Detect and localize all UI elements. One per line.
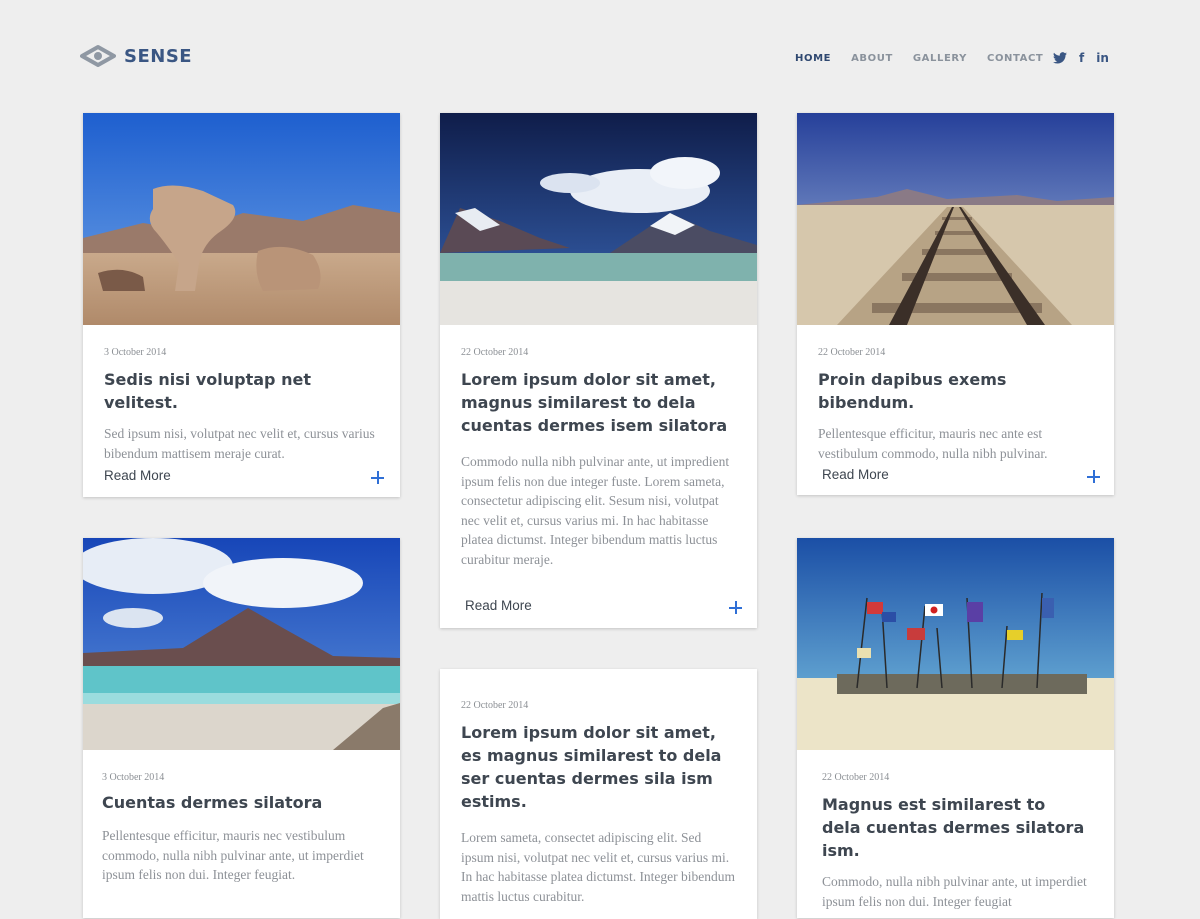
card-body: 22 October 2014 Magnus est similarest to… bbox=[797, 750, 1114, 911]
read-more-link[interactable]: Read More bbox=[822, 467, 889, 482]
post-title[interactable]: Lorem ipsum dolor sit amet, magnus simil… bbox=[461, 368, 736, 437]
twitter-icon[interactable] bbox=[1053, 51, 1067, 65]
read-more-link[interactable]: Read More bbox=[104, 468, 171, 483]
logo[interactable]: SENSE bbox=[80, 44, 192, 68]
post-card: 22 October 2014 Lorem ipsum dolor sit am… bbox=[440, 669, 757, 919]
post-title[interactable]: Lorem ipsum dolor sit amet, es magnus si… bbox=[461, 721, 736, 813]
post-date: 22 October 2014 bbox=[818, 347, 886, 358]
nav-about[interactable]: ABOUT bbox=[851, 53, 893, 64]
post-excerpt: Commodo, nulla nibh pulvinar ante, ut im… bbox=[822, 874, 1087, 909]
card-body: 22 October 2014 Proin dapibus exems bibe… bbox=[797, 325, 1114, 463]
post-date: 3 October 2014 bbox=[104, 347, 167, 358]
railway-desert-photo[interactable] bbox=[797, 113, 1114, 325]
social-links: f in bbox=[1053, 51, 1109, 65]
post-excerpt: Commodo nulla nibh pulvinar ante, ut imp… bbox=[461, 454, 730, 567]
post-title[interactable]: Proin dapibus exems bibendum. bbox=[818, 368, 1093, 414]
post-excerpt: Pellentesque efficitur, mauris nec ante … bbox=[818, 426, 1048, 461]
card-body: 22 October 2014 Lorem ipsum dolor sit am… bbox=[440, 325, 757, 570]
post-date: 22 October 2014 bbox=[461, 700, 529, 711]
post-excerpt: Lorem sameta, consectet adipiscing elit.… bbox=[461, 830, 736, 904]
post-date: 22 October 2014 bbox=[461, 347, 529, 358]
post-card: 22 October 2014 Magnus est similarest to… bbox=[797, 538, 1114, 918]
brand-name: SENSE bbox=[124, 45, 193, 67]
nav-home[interactable]: HOME bbox=[795, 53, 831, 64]
post-card: 3 October 2014 Cuentas dermes silatora P… bbox=[83, 538, 400, 918]
post-excerpt: Pellentesque efficitur, mauris nec vesti… bbox=[102, 828, 364, 883]
desert-rock-photo[interactable] bbox=[83, 113, 400, 325]
nav-gallery[interactable]: GALLERY bbox=[913, 53, 967, 64]
post-date: 3 October 2014 bbox=[102, 772, 165, 783]
plus-icon[interactable] bbox=[1087, 470, 1100, 483]
post-title[interactable]: Magnus est similarest to dela cuentas de… bbox=[822, 793, 1089, 862]
linkedin-icon[interactable]: in bbox=[1096, 51, 1109, 65]
facebook-icon[interactable]: f bbox=[1079, 51, 1084, 65]
plus-icon[interactable] bbox=[729, 601, 742, 614]
main-nav: HOME ABOUT GALLERY CONTACT bbox=[795, 53, 1063, 64]
plus-icon[interactable] bbox=[371, 471, 384, 484]
post-card: 22 October 2014 Proin dapibus exems bibe… bbox=[797, 113, 1114, 495]
post-title[interactable]: Sedis nisi voluptap net velitest. bbox=[104, 368, 379, 414]
post-date: 22 October 2014 bbox=[822, 772, 890, 783]
card-body: 3 October 2014 Cuentas dermes silatora P… bbox=[83, 750, 400, 885]
snowy-mountain-lake-photo[interactable] bbox=[440, 113, 757, 325]
nav-contact[interactable]: CONTACT bbox=[987, 53, 1043, 64]
post-card: 22 October 2014 Lorem ipsum dolor sit am… bbox=[440, 113, 757, 628]
post-title[interactable]: Cuentas dermes silatora bbox=[102, 791, 381, 814]
card-body: 3 October 2014 Sedis nisi voluptap net v… bbox=[83, 325, 400, 463]
logo-icon bbox=[80, 45, 116, 67]
post-card: 3 October 2014 Sedis nisi voluptap net v… bbox=[83, 113, 400, 497]
salt-flat-flags-photo[interactable] bbox=[797, 538, 1114, 750]
post-excerpt: Sed ipsum nisi, volutpat nec velit et, c… bbox=[104, 426, 375, 461]
volcano-lagoon-photo[interactable] bbox=[83, 538, 400, 750]
read-more-link[interactable]: Read More bbox=[465, 598, 532, 613]
card-body: 22 October 2014 Lorem ipsum dolor sit am… bbox=[440, 669, 757, 906]
